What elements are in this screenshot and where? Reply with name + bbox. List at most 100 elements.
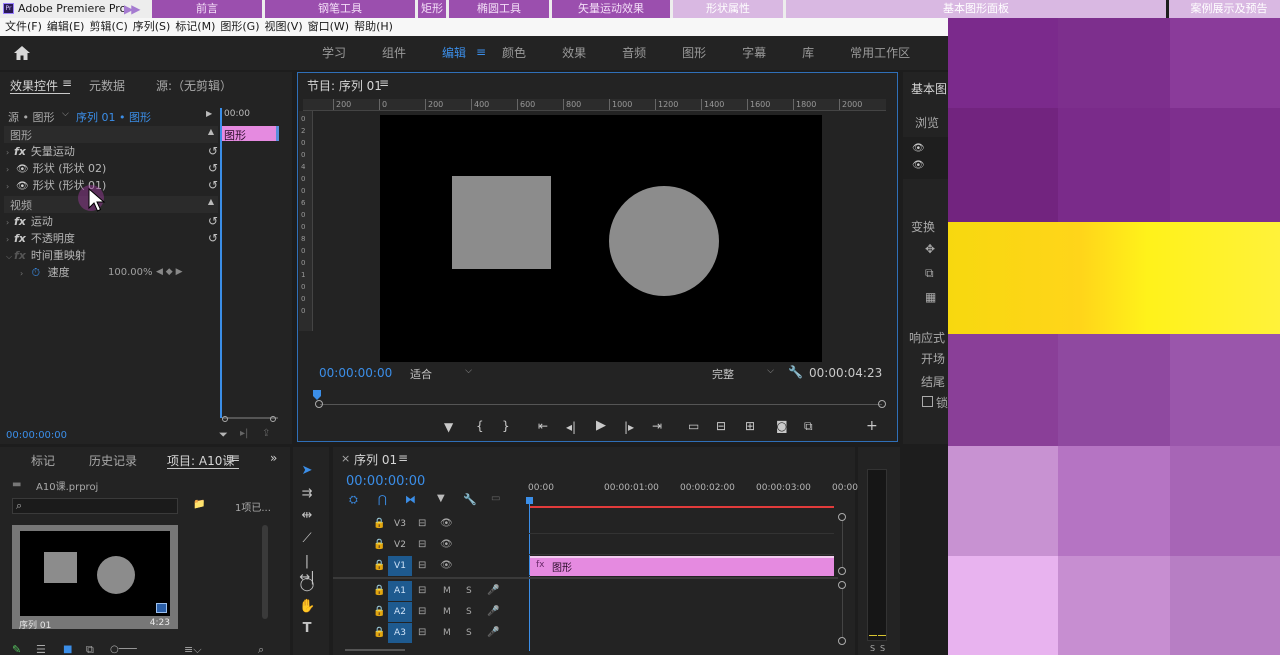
vertical-scrollbar[interactable]: [842, 589, 843, 637]
effect-row[interactable]: › 👁 形状 (形状 01) ↺: [6, 177, 218, 194]
slip-tool-icon[interactable]: |↔|: [299, 554, 315, 585]
add-marker-icon[interactable]: ▼: [444, 420, 453, 434]
zoom-handle-left[interactable]: [222, 416, 228, 422]
linked-selection-icon[interactable]: ⧓: [405, 493, 416, 506]
tab-history[interactable]: 历史记录: [89, 452, 137, 469]
fx-icon[interactable]: fx: [14, 215, 26, 228]
effect-row[interactable]: ⌵ fx 时间重映射: [6, 247, 218, 264]
ripple-edit-tool-icon[interactable]: ⇹: [299, 508, 315, 524]
caption-icon[interactable]: ▭: [491, 493, 500, 504]
sync-lock-icon[interactable]: ⊟: [418, 602, 426, 622]
go-to-out-icon[interactable]: ⇥: [652, 419, 662, 433]
microphone-icon[interactable]: 🎤: [487, 623, 499, 643]
sequence-clip-dropdown[interactable]: 序列 01 • 图形: [76, 109, 151, 125]
workspace-tab[interactable]: 字幕: [742, 44, 766, 61]
track-target[interactable]: V1: [388, 556, 412, 576]
lock-icon[interactable]: 🔒: [373, 556, 385, 576]
eye-icon[interactable]: 👁: [16, 164, 29, 175]
lock-icon[interactable]: 🔒: [373, 581, 385, 601]
chapter-tab[interactable]: 基本图形面板: [786, 0, 1166, 18]
mark-out-icon[interactable]: }: [502, 419, 510, 433]
chapter-tab[interactable]: 矩形: [418, 0, 446, 18]
new-bin-icon[interactable]: 📁: [193, 499, 205, 510]
panel-menu-icon[interactable]: ≡: [398, 451, 408, 465]
workspace-tab[interactable]: 图形: [682, 44, 706, 61]
sync-lock-icon[interactable]: ⊟: [418, 514, 426, 534]
zoom-handle-right[interactable]: [878, 400, 886, 408]
reset-icon[interactable]: ↺: [208, 143, 218, 160]
chapter-tab[interactable]: 案例展示及预告: [1169, 0, 1280, 18]
solo-left[interactable]: S: [870, 644, 875, 653]
vertical-zoom-handle[interactable]: [838, 637, 846, 645]
timeline-ruler[interactable]: 00:00 00:00:01:00 00:00:02:00 00:00:03:00 00…: [528, 483, 858, 497]
tab-effect-controls[interactable]: 效果控件: [10, 77, 58, 94]
eye-icon[interactable]: 👁: [912, 160, 925, 171]
step-forward-icon[interactable]: |▸: [624, 420, 634, 434]
tab-markers[interactable]: 标记: [31, 452, 55, 469]
reset-icon[interactable]: ↺: [208, 213, 218, 230]
stopwatch-icon[interactable]: ⏱: [32, 266, 41, 279]
chapter-tab[interactable]: 矢量运动效果: [552, 0, 670, 18]
panel-menu-icon[interactable]: ≡: [62, 76, 72, 90]
tab-source[interactable]: 源:（无剪辑）: [156, 77, 232, 94]
solo-right[interactable]: S: [880, 644, 885, 653]
mute-button[interactable]: M: [443, 623, 451, 643]
playhead-handle[interactable]: [526, 497, 533, 504]
position-icon[interactable]: ✥: [925, 242, 935, 256]
lock-icon[interactable]: 🔒: [373, 535, 385, 555]
mark-in-icon[interactable]: {: [476, 419, 484, 433]
selection-tool-icon[interactable]: ➤: [299, 463, 315, 479]
lock-icon[interactable]: 🔒: [373, 602, 385, 622]
effect-row[interactable]: › fx 不透明度 ↺: [6, 230, 218, 247]
lock-icon[interactable]: 🔒: [373, 623, 385, 643]
expand-icon[interactable]: ›: [20, 265, 28, 282]
tab-browse[interactable]: 浏览: [915, 114, 939, 131]
chevron-down-icon[interactable]: ⌵: [62, 109, 69, 119]
vertical-zoom-handle[interactable]: [838, 581, 846, 589]
effect-row[interactable]: › fx 运动 ↺: [6, 213, 218, 230]
nest-icon[interactable]: ⛭: [349, 493, 358, 507]
reset-icon[interactable]: ↺: [208, 230, 218, 247]
chapter-tab[interactable]: 前言: [152, 0, 262, 18]
wrench-icon[interactable]: 🔧: [463, 493, 477, 506]
expand-icon[interactable]: ›: [6, 178, 14, 195]
wrench-icon[interactable]: 🔧: [788, 365, 803, 379]
play-icon[interactable]: ▶: [596, 418, 606, 433]
workspace-tab[interactable]: 音频: [622, 44, 646, 61]
icon-view-icon[interactable]: ■: [63, 644, 72, 655]
fx-icon[interactable]: fx: [14, 232, 26, 245]
track-target[interactable]: A2: [388, 602, 412, 622]
program-timecode[interactable]: 00:00:00:00: [319, 366, 392, 380]
reset-icon[interactable]: ↺: [208, 160, 218, 177]
rectangle-shape[interactable]: [452, 176, 551, 269]
go-to-in-icon[interactable]: ⇤: [538, 419, 548, 433]
expand-icon[interactable]: ›: [6, 214, 14, 231]
pencil-icon[interactable]: ✎: [12, 643, 21, 655]
collapse-up-icon[interactable]: ▲: [208, 127, 214, 136]
eye-icon[interactable]: 👁: [440, 514, 453, 534]
zoom-handle-right[interactable]: [270, 416, 276, 422]
hand-tool-icon[interactable]: ✋: [299, 599, 315, 615]
chapter-tab[interactable]: 椭圆工具: [449, 0, 549, 18]
expand-icon[interactable]: ›: [6, 231, 14, 248]
workspace-tab[interactable]: 颜色: [502, 44, 526, 61]
eye-icon[interactable]: 👁: [912, 143, 925, 154]
timeline-timecode[interactable]: 00:00:00:00: [346, 474, 425, 489]
solo-button[interactable]: S: [466, 623, 472, 643]
sort-icon[interactable]: ≡⌵: [184, 643, 202, 655]
ellipse-shape[interactable]: [609, 186, 719, 296]
menu-item[interactable]: 图形(G): [220, 18, 264, 36]
chapter-tab[interactable]: 钢笔工具: [265, 0, 415, 18]
effect-row[interactable]: › fx 矢量运动 ↺: [6, 143, 218, 160]
project-scrollbar[interactable]: [262, 525, 268, 619]
sequence-thumbnail[interactable]: 序列 01 4:23: [12, 525, 178, 631]
expand-icon[interactable]: ⌵: [6, 248, 14, 265]
panel-menu-icon[interactable]: ≡: [379, 76, 389, 90]
expand-icon[interactable]: ›: [6, 161, 14, 178]
ec-clip-bar[interactable]: 图形: [222, 126, 279, 142]
zoom-handle-left[interactable]: [315, 400, 323, 408]
track-target[interactable]: A3: [388, 623, 412, 643]
lock-checkbox[interactable]: [922, 396, 933, 407]
ellipse-tool-icon[interactable]: ◯: [299, 577, 315, 593]
track-target[interactable]: V3: [388, 514, 412, 534]
